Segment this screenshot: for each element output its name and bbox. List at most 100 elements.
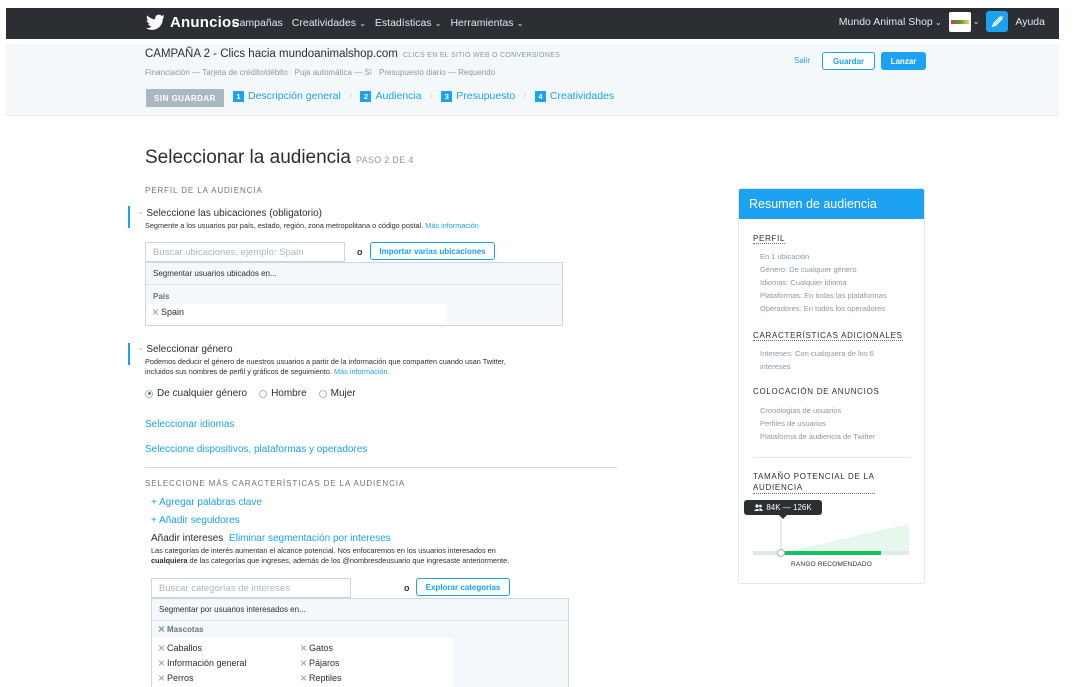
interest-chip-label: Caballos bbox=[167, 643, 203, 653]
audience-size-range: 84K — 126K bbox=[766, 503, 812, 512]
step-number: 1 bbox=[233, 90, 244, 102]
gender-option-label[interactable]: Mujer bbox=[331, 388, 356, 399]
gender-help-line2: incluidos sus nombres de perfil y gráfic… bbox=[145, 367, 332, 376]
interest-chip[interactable]: × Perros bbox=[158, 672, 194, 684]
more-info-link[interactable]: Más información bbox=[425, 221, 479, 230]
step-breadcrumb: 1 Descripción general › 2 Audiencia › 3 Pre… bbox=[233, 90, 614, 102]
menu-label: Estadísticas bbox=[374, 17, 432, 29]
profile-section-label: PERFIL DE LA AUDIENCIA bbox=[145, 186, 263, 195]
menu-label: Campañas bbox=[232, 17, 283, 29]
select-languages-link[interactable]: Seleccionar idiomas bbox=[145, 419, 235, 430]
locations-panel-head: Segmentar usuarios ubicados en... bbox=[146, 263, 562, 285]
step-creatives[interactable]: 4 Creatividades bbox=[534, 90, 614, 102]
campaign-header: CAMPAÑA 2 - Clics hacia mundoanimalshop.… bbox=[6, 44, 1059, 116]
summary-title: Resumen de audiencia bbox=[739, 189, 924, 219]
menu-creatividades[interactable]: Creatividades ⌄ bbox=[292, 17, 366, 29]
menu-campanas[interactable]: Campañas bbox=[232, 17, 283, 29]
menu-label: Creatividades bbox=[291, 17, 356, 29]
interests-help-rest: de las categorías que ingreses, además d… bbox=[187, 556, 510, 565]
menu-estadisticas[interactable]: Estadísticas ⌄ bbox=[375, 17, 442, 29]
close-icon[interactable]: × bbox=[300, 672, 307, 684]
gauge-area bbox=[781, 524, 909, 553]
step-label: Presupuesto bbox=[456, 90, 516, 102]
add-followers-link[interactable]: + Añadir seguidores bbox=[151, 515, 240, 526]
remove-interests-link[interactable]: Eliminar segmentación por intereses bbox=[229, 533, 391, 544]
collapse-icon[interactable]: - bbox=[139, 208, 142, 219]
gender-female-radio[interactable] bbox=[318, 389, 327, 398]
step-indicator: PASO 2 DE 4 bbox=[355, 155, 414, 165]
gender-title-text: Seleccionar género bbox=[146, 344, 233, 355]
interest-chip[interactable]: × Reptiles bbox=[300, 672, 342, 684]
close-icon[interactable]: × bbox=[300, 642, 307, 654]
interest-group-chip[interactable]: × Mascotas bbox=[158, 623, 203, 635]
gender-male-radio[interactable] bbox=[259, 389, 268, 398]
step-audience[interactable]: 2 Audiencia bbox=[360, 90, 422, 102]
interest-chip[interactable]: × Caballos bbox=[158, 642, 203, 654]
ads-page: Anuncios Campañas Creatividades ⌄ Estadí… bbox=[0, 0, 1075, 687]
top-nav: Anuncios Campañas Creatividades ⌄ Estadí… bbox=[0, 0, 1075, 44]
collapse-icon[interactable]: - bbox=[139, 344, 142, 355]
locations-help: Segmente a los usuarios por país, estado… bbox=[145, 221, 479, 231]
step-description[interactable]: 1 Descripción general bbox=[233, 90, 341, 102]
summary-item: Género: De cualquier género bbox=[760, 265, 857, 274]
interest-chip[interactable]: × Gatos bbox=[300, 642, 333, 654]
locations-chip-box bbox=[146, 304, 447, 325]
step-number: 3 bbox=[441, 90, 453, 102]
close-icon[interactable]: × bbox=[300, 657, 307, 669]
size-title-line1: TAMAÑO POTENCIAL DE LA bbox=[753, 472, 875, 481]
compose-tweet-icon[interactable] bbox=[986, 11, 1009, 32]
more-info-link[interactable]: Más información. bbox=[334, 367, 390, 376]
interest-search-input[interactable]: Buscar categorías de intereses bbox=[151, 578, 351, 598]
summary-profile-list: En 1 ubicación Género: De cualquier géne… bbox=[760, 250, 910, 315]
exit-link[interactable]: Salir bbox=[794, 56, 810, 65]
explore-categories-button[interactable]: Explorar categorías bbox=[416, 578, 510, 596]
account-logo[interactable] bbox=[948, 11, 971, 32]
summary-item: Cronologías de usuarios bbox=[760, 406, 842, 415]
chevron-right-icon: › bbox=[523, 90, 527, 102]
close-icon[interactable]: × bbox=[158, 623, 165, 635]
chevron-down-icon[interactable]: ⌄ bbox=[973, 17, 980, 26]
gender-option-label[interactable]: De cualquier género bbox=[157, 388, 247, 399]
interests-help-bold: cualquiera bbox=[151, 556, 188, 565]
divider bbox=[145, 467, 617, 468]
gender-radio-group: De cualquier género Hombre Mujer bbox=[145, 388, 364, 399]
campaign-title: CAMPAÑA 2 - Clics hacia mundoanimalshop.… bbox=[145, 48, 560, 60]
audience-size-gauge bbox=[753, 520, 909, 557]
launch-button[interactable]: Lanzar bbox=[881, 52, 926, 70]
account-switcher[interactable]: Mundo Animal Shop ⌄ bbox=[839, 16, 942, 28]
brand[interactable]: Anuncios bbox=[146, 14, 240, 31]
chevron-down-icon: ⌄ bbox=[514, 19, 524, 28]
interest-chip[interactable]: × Información general bbox=[158, 657, 247, 669]
interest-chip-label: Reptiles bbox=[309, 673, 342, 683]
summary-additional-list: Intereses: Con cualquiera de los 6 inter… bbox=[760, 347, 910, 373]
menu-herramientas[interactable]: Herramientas ⌄ bbox=[450, 17, 523, 29]
location-search-input[interactable]: Buscar ubicaciones, ejemplo: Spain bbox=[145, 242, 345, 262]
gender-option-label[interactable]: Hombre bbox=[271, 388, 307, 399]
chevron-down-icon: ⌄ bbox=[432, 19, 442, 28]
add-keywords-link[interactable]: + Agregar palabras clave bbox=[151, 497, 262, 508]
nav-right: Mundo Animal Shop ⌄ ⌄ Ayuda bbox=[839, 11, 1045, 32]
interest-chip-label: Información general bbox=[167, 658, 247, 668]
close-icon[interactable]: × bbox=[158, 642, 165, 654]
summary-divider bbox=[753, 457, 911, 458]
chevron-down-icon: ⌄ bbox=[932, 17, 942, 27]
save-button[interactable]: Guardar bbox=[822, 52, 875, 70]
import-locations-button[interactable]: Importar varias ubicaciones bbox=[370, 242, 495, 260]
meta-bid: Puja automática — Sí bbox=[294, 68, 372, 77]
gender-any-radio[interactable] bbox=[145, 389, 153, 398]
summary-item: intereses bbox=[760, 362, 791, 371]
step-budget[interactable]: 3 Presupuesto bbox=[441, 90, 515, 102]
help-link[interactable]: Ayuda bbox=[1015, 16, 1045, 28]
page-title-text: Seleccionar la audiencia bbox=[145, 147, 351, 168]
interests-help-line1: Las categorías de interés aumentan el al… bbox=[151, 546, 496, 555]
location-chip[interactable]: × Spain bbox=[152, 306, 184, 318]
interest-chip[interactable]: × Pájaros bbox=[300, 657, 340, 669]
select-devices-link[interactable]: Seleccione dispositivos, plataformas y o… bbox=[145, 444, 367, 455]
close-icon[interactable]: × bbox=[152, 306, 159, 318]
interests-title: Añadir intereses Eliminar segmentación p… bbox=[151, 533, 391, 544]
locations-title: - Seleccione las ubicaciones (obligatorio… bbox=[139, 208, 322, 219]
account-name: Mundo Animal Shop bbox=[838, 15, 933, 28]
close-icon[interactable]: × bbox=[158, 672, 165, 684]
close-icon[interactable]: × bbox=[158, 657, 165, 669]
audience-summary: Resumen de audiencia PERFIL En 1 ubicaci… bbox=[738, 188, 925, 584]
